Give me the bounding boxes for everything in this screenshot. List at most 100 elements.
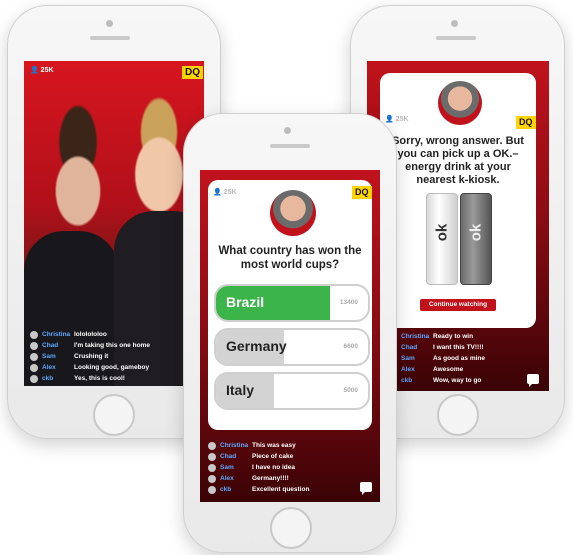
chat-feed: Christina This was easy Chad Piece of cake… [208,440,309,495]
chat-text: This was easy [252,442,296,449]
chat-name: ckb [42,375,54,382]
viewer-count: 👤 25K [213,189,237,196]
speaker-grille [436,36,476,40]
quiz-screen: 👤 25K DQ What country has won the most w… [200,170,380,502]
result-card: 👤 25K DQ Sorry, wrong answer. But you ca… [380,73,536,328]
chat-name: Christina [401,333,430,340]
chat-message: Christina This was easy [208,440,309,451]
camera-dot [451,20,458,27]
can-label: ok [433,223,451,242]
energy-drink-can: ok [460,193,492,285]
avatar [30,374,38,383]
chat-message: ckb Yes, this is cool! [30,373,150,384]
chat-text: Crushing it [74,353,109,360]
chat-name: Chad [42,342,59,349]
chat-text: Piece of cake [252,453,294,460]
chat-bubble-icon[interactable] [527,374,539,387]
viewer-count-text: 25K [395,116,409,123]
wrong-answer-message: Sorry, wrong answer. But you can pick up… [392,135,524,186]
answer-option-italy[interactable]: Italy 5000 [214,372,370,410]
chat-text: As good as mine [433,355,486,362]
dq-logo: DQ [182,66,203,79]
answer-label: Italy [226,382,255,398]
chat-feed: Christina lolololoIoo Chad I'm taking this… [30,329,150,384]
chat-message: Sam I have no idea [208,462,309,473]
chat-text: I'm taking this one home [74,342,150,349]
dq-logo: DQ [352,186,372,199]
avatar [208,485,216,494]
home-button[interactable] [270,507,312,549]
chat-text: Looking good, gameboy [74,364,150,371]
chat-text: lolololoIoo [74,331,107,338]
left-video-screen[interactable]: 👤 25K DQ Christina lolololoIoo Chad I'm ta… [24,61,204,386]
chat-message: Sam As good as mine [401,353,485,364]
dq-logo: DQ [516,116,536,129]
chat-text: I want this TV!!!! [433,344,484,351]
chat-name: Christina [220,442,249,449]
host-avatar [438,81,482,125]
chat-name: ckb [220,486,232,493]
chat-message: Chad I'm taking this one home [30,340,150,351]
chat-message: Chad Piece of cake [208,451,309,462]
answer-option-germany[interactable]: Germany 6600 [214,328,370,366]
home-button[interactable] [93,394,135,436]
chat-name: Alex [42,364,56,371]
energy-drink-can: ok [426,193,458,285]
chat-name: Sam [42,353,56,360]
chat-name: Alex [401,366,415,373]
chat-text: Ready to win [433,333,474,340]
avatar [208,452,216,461]
chat-message: Christina Ready to win [401,331,485,342]
answer-option-brazil[interactable]: Brazil 13400 [214,284,370,322]
host-avatar [270,190,316,236]
viewer-count: 👤 25K [385,116,409,123]
chat-text: I have no idea [252,464,295,471]
viewer-count: 👤 25K [30,67,54,74]
chat-name: Sam [401,355,415,362]
avatar [30,352,38,361]
chat-message: Alex Awesome [401,364,485,375]
chat-message: Alex Looking good, gameboy [30,362,150,373]
answer-label: Germany [226,338,287,354]
can-label: ok [467,223,485,242]
chat-text: Awesome [433,366,464,373]
chat-feed: Christina Ready to win Chad I want this TV… [401,331,485,386]
answer-count: 5000 [343,387,358,394]
chat-name: Chad [220,453,237,460]
avatar [30,341,38,350]
chat-name: Alex [220,475,234,482]
avatar [30,363,38,372]
chat-message: Sam Crushing it [30,351,150,362]
chat-message: Christina lolololoIoo [30,329,150,340]
chat-name: Chad [401,344,418,351]
chat-text: Yes, this is cool! [74,375,125,382]
avatar [208,474,216,483]
answer-label: Brazil [226,294,265,310]
chat-name: Christina [42,331,71,338]
chat-message: ckb Excellent question [208,484,309,495]
chat-text: Wow, way to go [433,377,482,384]
chat-name: ckb [401,377,413,384]
chat-message: Alex Germany!!!! [208,473,309,484]
camera-dot [284,127,291,134]
avatar [30,330,38,339]
answer-count: 6600 [343,343,358,350]
center-phone: 👤 25K DQ What country has won the most w… [183,113,397,553]
answer-count: 13400 [339,299,358,306]
speaker-grille [270,144,310,148]
chat-text: Germany!!!! [252,475,289,482]
viewer-count-text: 25K [223,189,237,196]
chat-message: ckb Wow, way to go [401,375,485,386]
continue-watching-button[interactable]: Continue watching [420,299,496,311]
avatar [208,463,216,472]
chat-bubble-icon[interactable] [360,482,372,495]
chat-text: Excellent question [252,486,310,493]
chat-message: Chad I want this TV!!!! [401,342,485,353]
camera-dot [106,20,113,27]
question-text: What country has won the most world cups… [218,245,362,271]
viewer-count-text: 25K [40,67,54,74]
home-button[interactable] [437,394,479,436]
avatar [208,441,216,450]
question-card: 👤 25K DQ What country has won the most w… [208,180,372,430]
chat-name: Sam [220,464,234,471]
